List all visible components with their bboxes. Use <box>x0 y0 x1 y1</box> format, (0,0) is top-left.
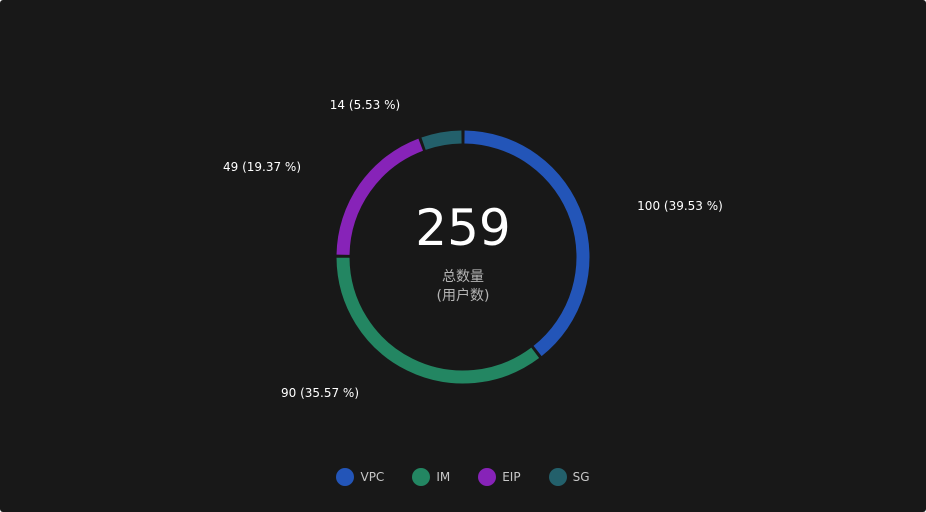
donut-segment-sg[interactable] <box>421 130 462 150</box>
data-label-vpc: 100 (39.53 %) <box>637 199 723 213</box>
legend-label: IM <box>436 470 451 484</box>
legend-marker <box>478 468 497 486</box>
data-label-eip: 49 (19.37 %) <box>223 160 301 174</box>
legend-label: VPC <box>360 470 385 484</box>
data-label-sg: 14 (5.53 %) <box>330 98 400 112</box>
total-label: 总数量 <box>442 269 484 285</box>
legend-label: EIP <box>502 470 521 484</box>
legend-item-sg[interactable]: SG <box>548 467 590 487</box>
data-label-im: 90 (35.57 %) <box>281 386 359 400</box>
legend-item-eip[interactable]: EIP <box>478 467 521 487</box>
legend-item-vpc[interactable]: VPC <box>336 467 384 487</box>
total-value: 259 <box>415 199 511 257</box>
legend-marker <box>412 468 431 486</box>
legend-marker <box>548 468 567 486</box>
legend-label: SG <box>572 470 590 484</box>
legend: VPC IM EIP SG <box>0 467 926 487</box>
total-sublabel: (用户数) <box>436 288 490 304</box>
legend-item-im[interactable]: IM <box>412 467 450 487</box>
chart-panel: 100 (39.53 %) 90 (35.57 %) 49 (19.37 %) 14 … <box>0 0 926 512</box>
legend-marker <box>336 468 355 486</box>
